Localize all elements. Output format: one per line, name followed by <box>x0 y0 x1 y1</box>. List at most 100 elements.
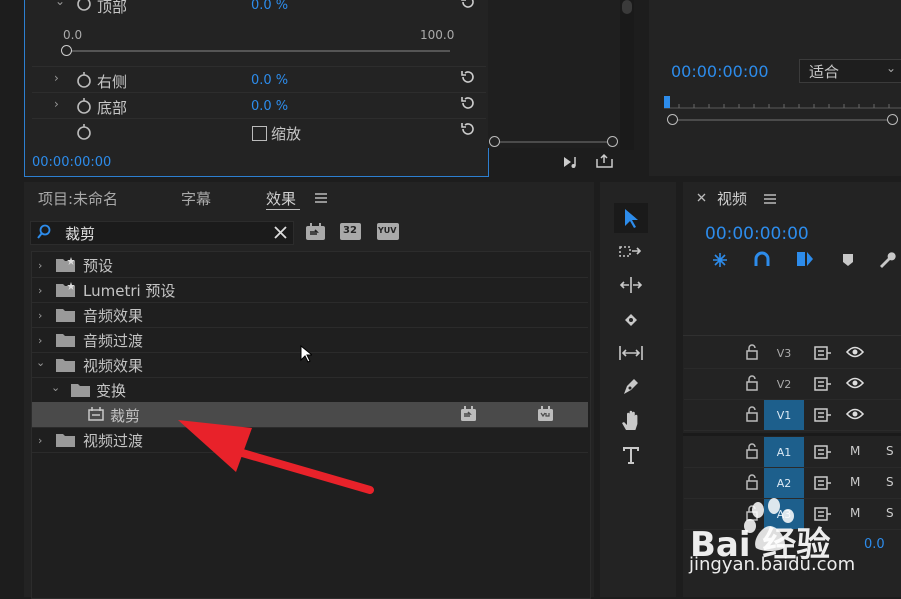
track-a1[interactable]: A1 M S <box>684 437 901 468</box>
panel-menu-icon[interactable] <box>315 192 327 204</box>
search-input[interactable]: 裁剪 <box>65 223 95 244</box>
stopwatch-icon[interactable] <box>76 72 92 88</box>
reset-icon[interactable] <box>459 69 475 85</box>
selection-tool[interactable] <box>614 203 648 233</box>
close-tab-icon[interactable] <box>697 193 706 202</box>
chevron-right-icon[interactable]: › <box>54 71 59 85</box>
type-tool[interactable] <box>614 440 648 470</box>
chevron-right-icon[interactable]: › <box>38 259 42 272</box>
scroll-handle-left[interactable] <box>489 136 500 147</box>
tab-effects[interactable]: 效果 <box>266 188 296 209</box>
timeline-menu-icon[interactable] <box>764 193 776 205</box>
track-label[interactable]: A2 <box>764 468 804 498</box>
lock-icon[interactable] <box>745 443 759 459</box>
top-slider-track[interactable] <box>66 50 450 52</box>
snap-icon[interactable] <box>710 251 730 269</box>
chevron-right-icon[interactable]: › <box>38 434 42 447</box>
divider <box>32 66 486 67</box>
chevron-down-icon[interactable]: ⌄ <box>51 381 60 394</box>
lock-icon[interactable] <box>745 474 759 490</box>
lock-icon[interactable] <box>745 344 759 360</box>
wrench-icon[interactable] <box>878 251 898 271</box>
ripple-edit-tool[interactable] <box>614 270 648 300</box>
eye-icon[interactable] <box>846 346 864 358</box>
horizontal-scrollbar[interactable] <box>494 141 614 143</box>
track-label[interactable]: A1 <box>764 437 804 467</box>
tab-project[interactable]: 项目:未命名 <box>38 188 118 209</box>
track-label[interactable]: V3 <box>764 338 804 368</box>
sync-lock-icon[interactable] <box>814 476 832 490</box>
timeline-timecode[interactable]: 00:00:00:00 <box>705 224 809 244</box>
mute-button[interactable]: M <box>850 475 860 489</box>
lock-icon[interactable] <box>745 375 759 391</box>
fit-dropdown[interactable]: 适合 ⌄ <box>799 59 901 83</box>
track-select-tool[interactable] <box>614 237 648 267</box>
program-timecode[interactable]: 00:00:00:00 <box>671 62 769 81</box>
effect-controls-timecode[interactable]: 00:00:00:00 <box>32 155 111 170</box>
add-marker-icon[interactable] <box>795 250 815 268</box>
track-label[interactable]: V2 <box>764 369 804 399</box>
list-item[interactable]: › Lumetri 预设 <box>32 277 588 303</box>
eye-icon[interactable] <box>846 377 864 389</box>
32bit-effects-icon[interactable]: 32 <box>340 223 361 240</box>
razor-tool[interactable] <box>614 305 648 335</box>
zoom-checkbox[interactable] <box>252 126 267 141</box>
chevron-right-icon[interactable]: › <box>38 334 42 347</box>
solo-button[interactable]: S <box>886 506 894 520</box>
top-value[interactable]: 0.0 % <box>251 0 288 13</box>
sync-lock-icon[interactable] <box>814 408 832 422</box>
linked-selection-icon[interactable] <box>753 251 771 269</box>
tab-captions[interactable]: 字幕 <box>181 188 211 209</box>
top-slider-handle[interactable] <box>61 45 72 56</box>
right-value[interactable]: 0.0 % <box>251 73 288 88</box>
zoom-scrollbar[interactable] <box>672 119 894 121</box>
yuv-effects-icon[interactable]: YUV <box>377 223 399 240</box>
scroll-handle-right[interactable] <box>607 136 618 147</box>
timeline-title[interactable]: 视频 <box>717 188 747 209</box>
track-v3[interactable]: V3 <box>684 338 901 369</box>
chevron-right-icon[interactable]: › <box>38 284 42 297</box>
accelerated-effects-icon[interactable] <box>305 223 327 241</box>
playhead-marker[interactable] <box>664 96 670 108</box>
bottom-value[interactable]: 0.0 % <box>251 99 288 114</box>
hand-tool[interactable] <box>614 406 648 436</box>
reset-icon[interactable] <box>459 95 475 111</box>
stopwatch-icon[interactable] <box>76 124 92 140</box>
chevron-top-icon[interactable]: ⌄ <box>55 0 65 8</box>
pen-tool[interactable] <box>614 372 648 402</box>
master-volume-value[interactable]: 0.0 <box>864 537 885 552</box>
program-ruler[interactable] <box>664 96 901 110</box>
solo-button[interactable]: S <box>886 475 894 489</box>
slip-tool[interactable] <box>614 338 648 368</box>
track-v2[interactable]: V2 <box>684 369 901 400</box>
list-item[interactable]: › 预设 <box>32 252 588 278</box>
eye-icon[interactable] <box>846 408 864 420</box>
chevron-right-icon[interactable]: › <box>54 97 59 111</box>
scrollbar-thumb[interactable] <box>622 0 632 14</box>
chevron-down-icon[interactable]: ⌄ <box>36 356 45 369</box>
track-a2[interactable]: A2 M S <box>684 468 901 499</box>
zoom-handle-right[interactable] <box>887 114 898 125</box>
stopwatch-icon[interactable] <box>76 0 92 12</box>
export-icon[interactable] <box>595 153 615 169</box>
sync-lock-icon[interactable] <box>814 346 832 360</box>
reset-icon[interactable] <box>459 0 475 10</box>
zoom-handle-left[interactable] <box>667 114 678 125</box>
track-label[interactable]: V1 <box>764 400 804 430</box>
clear-search-icon[interactable] <box>274 226 287 239</box>
play-audio-icon[interactable] <box>562 154 582 170</box>
sync-lock-icon[interactable] <box>814 377 832 391</box>
sync-lock-icon[interactable] <box>814 445 832 459</box>
marker-icon[interactable] <box>842 253 854 267</box>
list-item[interactable]: ⌄ 变换 <box>32 377 588 403</box>
lock-icon[interactable] <box>745 406 759 422</box>
solo-button[interactable]: S <box>886 444 894 458</box>
track-v1[interactable]: V1 <box>684 400 901 431</box>
list-item[interactable]: › 音频效果 <box>32 302 588 328</box>
chevron-right-icon[interactable]: › <box>38 309 42 322</box>
stopwatch-icon[interactable] <box>76 98 92 114</box>
mute-button[interactable]: M <box>850 506 860 520</box>
mute-button[interactable]: M <box>850 444 860 458</box>
vertical-scrollbar[interactable] <box>620 0 634 150</box>
reset-icon[interactable] <box>459 121 475 137</box>
